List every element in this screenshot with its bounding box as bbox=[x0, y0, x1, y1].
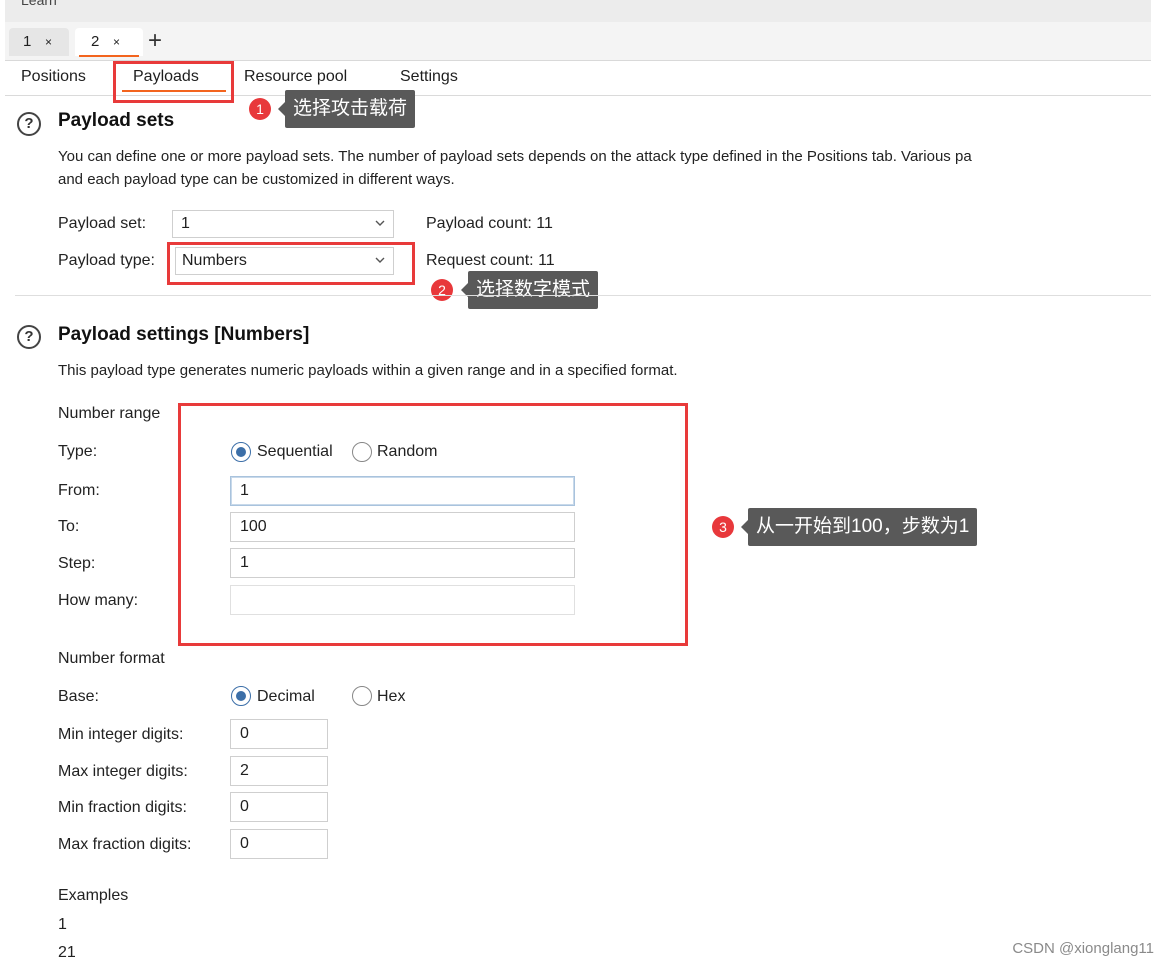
hex-radio[interactable] bbox=[352, 686, 372, 706]
range-type-label: Type: bbox=[58, 443, 98, 460]
how-many-label: How many: bbox=[58, 592, 139, 609]
decimal-radio-label[interactable]: Decimal bbox=[257, 688, 315, 706]
min-fraction-digits-input[interactable]: 0 bbox=[230, 792, 328, 822]
annotation-callout-3: 从一开始到100，步数为1 bbox=[740, 508, 978, 546]
max-fraction-digits-value: 0 bbox=[240, 835, 249, 852]
payload-settings-title: Payload settings [Numbers] bbox=[58, 324, 310, 345]
payload-settings-description: This payload type generates numeric payl… bbox=[58, 362, 678, 379]
attack-tab-2-label: 2 bbox=[91, 33, 100, 50]
to-label: To: bbox=[58, 518, 80, 535]
close-icon[interactable]: × bbox=[45, 28, 52, 56]
annotation-callout-1: 选择攻击载荷 bbox=[277, 90, 416, 128]
annotation-badge-1: 1 bbox=[249, 98, 271, 120]
example-item: 1 bbox=[58, 916, 67, 933]
chevron-down-icon bbox=[375, 220, 385, 226]
from-label: From: bbox=[58, 482, 100, 499]
learn-strip: Learn bbox=[5, 0, 1151, 23]
hex-radio-label[interactable]: Hex bbox=[377, 688, 405, 706]
decimal-radio[interactable] bbox=[231, 686, 251, 706]
step-label: Step: bbox=[58, 555, 96, 572]
request-count: Request count: 11 bbox=[426, 252, 555, 269]
payload-set-value: 1 bbox=[181, 215, 190, 232]
max-integer-digits-value: 2 bbox=[240, 762, 249, 779]
max-integer-digits-input[interactable]: 2 bbox=[230, 756, 328, 786]
tab-settings[interactable]: Settings bbox=[400, 68, 458, 86]
attack-tab-2[interactable]: 2 × bbox=[75, 28, 143, 57]
learn-label[interactable]: Learn bbox=[21, 0, 57, 8]
help-icon[interactable]: ? bbox=[17, 112, 41, 136]
payload-sets-description-line1: You can define one or more payload sets.… bbox=[58, 148, 972, 165]
highlight-box-payloads-tab bbox=[113, 61, 234, 103]
payload-set-select[interactable]: 1 bbox=[172, 210, 394, 238]
payload-sets-description-line2: and each payload type can be customized … bbox=[58, 171, 455, 188]
attack-tab-1-label: 1 bbox=[23, 33, 32, 50]
payload-set-label: Payload set: bbox=[58, 215, 147, 232]
section-divider bbox=[15, 295, 1151, 296]
page-edge bbox=[1151, 0, 1168, 967]
max-fraction-digits-label: Max fraction digits: bbox=[58, 836, 192, 853]
help-icon[interactable]: ? bbox=[17, 325, 41, 349]
payload-type-label: Payload type: bbox=[58, 252, 155, 269]
annotation-badge-3: 3 bbox=[712, 516, 734, 538]
close-icon[interactable]: × bbox=[113, 28, 120, 56]
max-integer-digits-label: Max integer digits: bbox=[58, 763, 188, 780]
examples-label: Examples bbox=[58, 887, 129, 904]
min-integer-digits-input[interactable]: 0 bbox=[230, 719, 328, 749]
base-label: Base: bbox=[58, 688, 99, 705]
number-range-label: Number range bbox=[58, 405, 161, 422]
highlight-box-payload-type bbox=[167, 242, 415, 285]
min-fraction-digits-value: 0 bbox=[240, 798, 249, 815]
annotation-callout-2: 选择数字模式 bbox=[460, 271, 599, 309]
tab-resource-pool[interactable]: Resource pool bbox=[244, 68, 347, 86]
max-fraction-digits-input[interactable]: 0 bbox=[230, 829, 328, 859]
new-tab-plus-icon[interactable]: + bbox=[148, 27, 162, 55]
csdn-watermark: CSDN @xionglang11 bbox=[1012, 940, 1154, 957]
tab-positions[interactable]: Positions bbox=[21, 68, 86, 86]
number-format-label: Number format bbox=[58, 650, 165, 667]
annotation-badge-2: 2 bbox=[431, 279, 453, 301]
attack-tab-bar: 1 × 2 × + bbox=[5, 22, 1151, 61]
min-integer-digits-label: Min integer digits: bbox=[58, 726, 184, 743]
burp-intruder-panel: Learn 1 × 2 × + Positions Payloads Resou… bbox=[5, 0, 1151, 967]
min-integer-digits-value: 0 bbox=[240, 725, 249, 742]
min-fraction-digits-label: Min fraction digits: bbox=[58, 799, 187, 816]
attack-tab-1[interactable]: 1 × bbox=[9, 28, 69, 56]
payload-count: Payload count: 11 bbox=[426, 215, 553, 232]
payload-sets-title: Payload sets bbox=[58, 110, 175, 131]
example-item: 21 bbox=[58, 944, 76, 961]
highlight-box-number-range bbox=[178, 403, 688, 646]
